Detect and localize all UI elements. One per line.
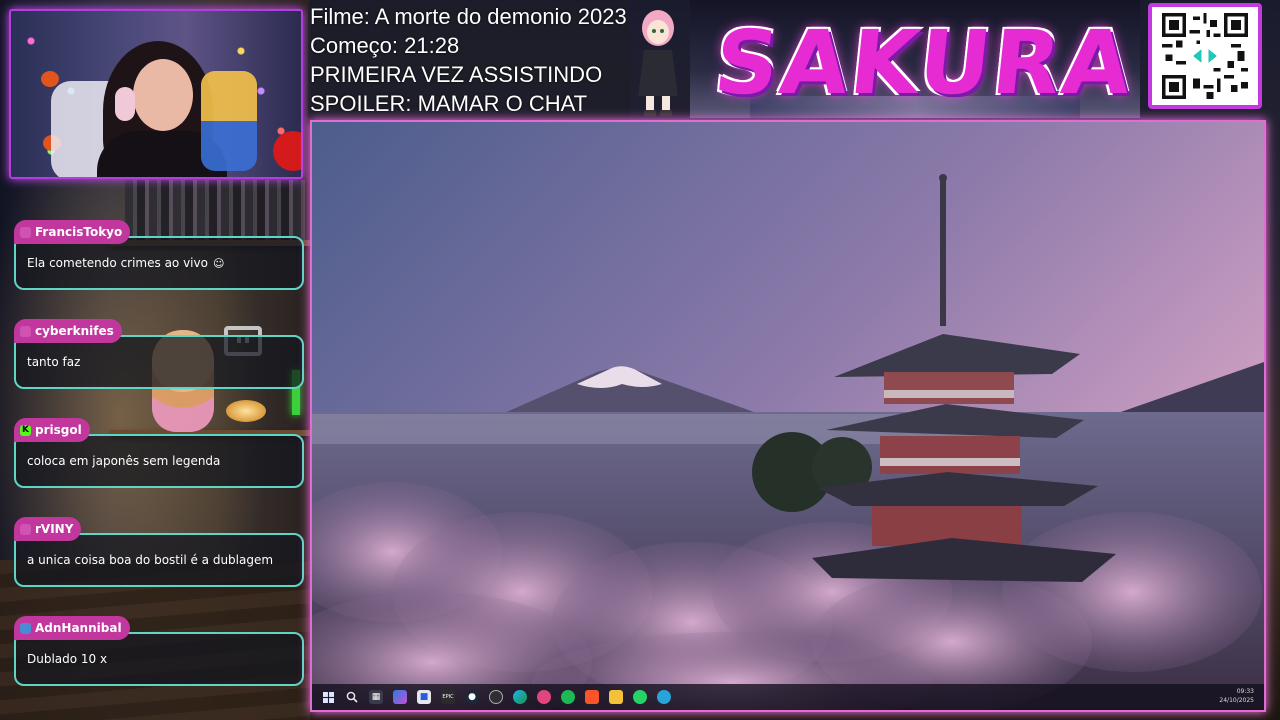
copilot-icon[interactable] <box>393 690 407 704</box>
chat-message-text: Dublado 10 x <box>14 632 304 686</box>
user-badge-icon <box>20 226 31 238</box>
clock-date: 24/10/2025 <box>1219 697 1254 704</box>
windows-start-icon[interactable] <box>321 690 335 704</box>
chat-username[interactable]: cyberknifes <box>14 319 122 343</box>
chat-message-text: coloca em japonês sem legenda <box>14 434 304 488</box>
user-badge-icon <box>20 523 31 535</box>
chat-username[interactable]: rVINY <box>14 517 82 541</box>
steam-icon[interactable]: ● <box>465 690 479 704</box>
epic-games-icon[interactable]: EPIC <box>441 690 455 704</box>
webcam-feed <box>9 9 303 179</box>
chat-username[interactable]: AdnHannibal <box>14 616 130 640</box>
stream-info-panel: Filme: A morte do demonio 2023 Começo: 2… <box>308 2 630 118</box>
obs-icon[interactable] <box>489 690 503 704</box>
spotify-icon[interactable] <box>561 690 575 704</box>
chat-username[interactable]: FrancisTokyo <box>14 220 131 244</box>
film-title: Filme: A morte do demonio 2023 <box>310 4 627 29</box>
qr-code-icon <box>1162 13 1248 99</box>
file-explorer-icon[interactable] <box>609 690 623 704</box>
chat-message-text: tanto faz <box>14 335 304 389</box>
pumpkin-decoration <box>41 71 59 87</box>
search-icon[interactable] <box>345 690 359 704</box>
chat-message-text: a unica coisa boa do bostil é a dublagem <box>14 533 304 587</box>
discord-icon[interactable] <box>537 690 551 704</box>
desktop-screen-capture: ▦ ■ EPIC ● 09:33 24/10/2025 <box>310 120 1266 712</box>
desktop-wallpaper <box>312 122 1264 710</box>
streamer-face <box>133 59 193 131</box>
task-view-icon[interactable]: ▦ <box>369 690 383 704</box>
headphones <box>115 87 135 121</box>
telegram-icon[interactable] <box>657 690 671 704</box>
qr-code[interactable] <box>1148 3 1262 109</box>
toy-figure <box>201 71 257 171</box>
brave-icon[interactable] <box>585 690 599 704</box>
taskbar-clock[interactable]: 09:33 24/10/2025 <box>1219 687 1254 705</box>
whatsapp-icon[interactable] <box>633 690 647 704</box>
clock-time: 09:33 <box>1236 688 1254 695</box>
chat-username[interactable]: Kprisgol <box>14 418 90 442</box>
stream-note: PRIMEIRA VEZ ASSISTINDO <box>310 62 603 87</box>
anime-character-sticker <box>638 10 678 116</box>
kick-badge-icon: K <box>20 424 31 436</box>
spoiler-note: SPOILER: MAMAR O CHAT <box>310 91 588 116</box>
user-badge-icon <box>20 622 31 634</box>
bookshelf-books <box>125 180 305 240</box>
sakura-logo: SAKURA <box>709 10 1139 114</box>
start-time: Começo: 21:28 <box>310 33 460 58</box>
chat-message-text: Ela cometendo crimes ao vivo ☺ <box>14 236 304 290</box>
windows-taskbar: ▦ ■ EPIC ● 09:33 24/10/2025 <box>312 684 1264 710</box>
emote-icon: ☺ <box>212 256 225 270</box>
lamp-glow <box>226 400 266 422</box>
user-badge-icon <box>20 325 31 337</box>
edge-icon[interactable] <box>513 690 527 704</box>
store-icon[interactable]: ■ <box>417 690 431 704</box>
